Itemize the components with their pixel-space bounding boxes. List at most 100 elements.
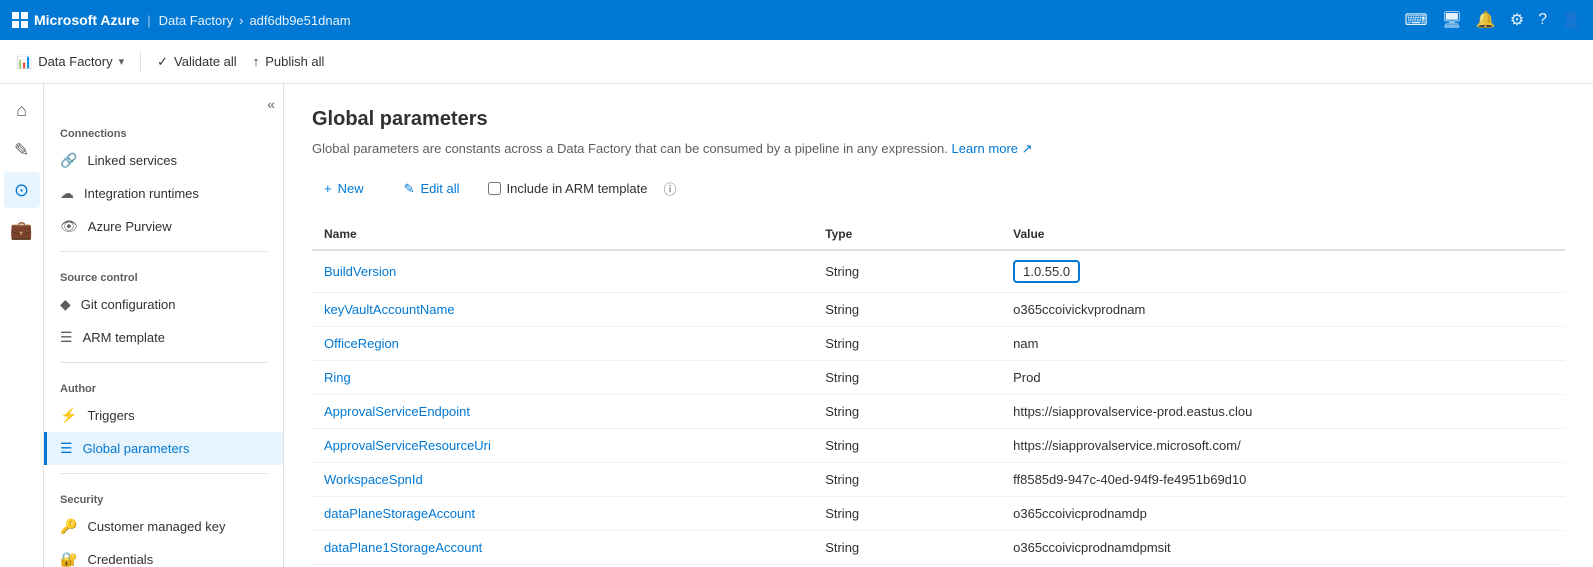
azure-brand: Microsoft Azure xyxy=(12,12,139,28)
table-row: WorkspaceSpnIdStringff8585d9-947c-40ed-9… xyxy=(312,462,1565,496)
directory-icon[interactable]: 🖥 xyxy=(1442,10,1462,30)
param-value-cell: 1.0.55.0 xyxy=(1001,250,1565,293)
table-row: OfficeRegionStringnam xyxy=(312,326,1565,360)
sidebar-divider-1 xyxy=(60,251,267,252)
learn-more-link[interactable]: Learn more ↗ xyxy=(952,141,1033,156)
table-header: Name Type Value xyxy=(312,219,1565,250)
sidebar-item-git-configuration[interactable]: ◆ Git configuration xyxy=(44,288,283,321)
param-type-cell: String xyxy=(813,250,1001,293)
df-brand-label[interactable]: 📊 Data Factory ▾ xyxy=(16,54,124,70)
sidebar-section-author: Author xyxy=(44,371,283,399)
sidebar-item-credentials[interactable]: 🔐 Credentials xyxy=(44,543,283,567)
param-type-cell: String xyxy=(813,360,1001,394)
toolbar-separator-1 xyxy=(140,52,141,72)
table-row: ApprovalServiceResourceUriStringhttps://… xyxy=(312,428,1565,462)
param-value-cell: https://siapprovalservice.microsoft.com/ xyxy=(1001,428,1565,462)
sidebar-section-security: Security xyxy=(44,482,283,510)
table-row: RingStringProd xyxy=(312,360,1565,394)
sidebar-item-azure-purview[interactable]: 👁 Azure Purview xyxy=(44,210,283,243)
strip-monitor-icon[interactable]: ⊙ xyxy=(4,172,40,208)
param-type-cell: String xyxy=(813,496,1001,530)
breadcrumb-df[interactable]: Data Factory xyxy=(159,13,233,28)
account-icon[interactable]: 👤 xyxy=(1561,10,1581,30)
table-body: BuildVersionString1.0.55.0keyVaultAccoun… xyxy=(312,250,1565,567)
table-row: dataPlaneStorageAccountStringo365ccoivic… xyxy=(312,496,1565,530)
global-parameters-table: Name Type Value BuildVersionString1.0.55… xyxy=(312,219,1565,567)
sidebar-item-linked-services[interactable]: 🔗 Linked services xyxy=(44,144,283,177)
strip-briefcase-icon[interactable]: 💼 xyxy=(4,212,40,248)
info-circle-icon[interactable]: ⓘ xyxy=(663,179,676,198)
param-name-cell[interactable]: WorkspaceSpnId xyxy=(312,462,813,496)
param-name-cell[interactable]: Ring xyxy=(312,360,813,394)
integration-runtimes-icon: ☁ xyxy=(60,185,74,202)
breadcrumb-separator-1: | xyxy=(147,13,150,28)
sidebar-section-source-control: Source control xyxy=(44,260,283,288)
windows-logo-icon xyxy=(12,12,28,28)
param-type-cell: String xyxy=(813,530,1001,564)
validate-icon: ✓ xyxy=(157,54,168,70)
sidebar-label-global-parameters: Global parameters xyxy=(83,441,190,456)
include-arm-template-label: Include in ARM template xyxy=(507,181,648,196)
edit-pencil-icon: ✎ xyxy=(404,181,415,197)
param-name-cell[interactable]: OfficeRegion xyxy=(312,326,813,360)
validate-all-button[interactable]: ✓ Validate all xyxy=(157,54,237,70)
edit-all-label: Edit all xyxy=(421,181,460,196)
help-icon[interactable]: ? xyxy=(1538,11,1547,29)
strip-home-icon[interactable]: ⌂ xyxy=(4,92,40,128)
global-parameters-icon: ☰ xyxy=(60,440,73,457)
sidebar-label-git-configuration: Git configuration xyxy=(81,297,176,312)
strip-pencil-icon[interactable]: ✎ xyxy=(4,132,40,168)
settings-icon[interactable]: ⚙ xyxy=(1510,10,1524,30)
collapse-icon[interactable]: « xyxy=(267,96,275,112)
action-bar: + New ✎ Edit all Include in ARM template… xyxy=(312,175,1565,203)
breadcrumb: Data Factory › adf6db9e51dnam xyxy=(159,13,351,28)
param-type-cell: String xyxy=(813,292,1001,326)
param-name-cell[interactable]: ApprovalServiceResourceUri xyxy=(312,428,813,462)
param-name-cell[interactable]: dataPlane1StorageAccount xyxy=(312,530,813,564)
sidebar-section-connections: Connections xyxy=(44,116,283,144)
df-dropdown-chevron: ▾ xyxy=(119,55,125,68)
param-name-cell[interactable]: ApprovalServiceEndpoint xyxy=(312,394,813,428)
breadcrumb-resource[interactable]: adf6db9e51dnam xyxy=(249,13,350,28)
sidebar-label-linked-services: Linked services xyxy=(87,153,177,168)
new-label: New xyxy=(338,181,364,196)
sidebar-label-azure-purview: Azure Purview xyxy=(88,219,172,234)
credentials-icon: 🔐 xyxy=(60,551,77,567)
include-arm-template-checkbox-label[interactable]: Include in ARM template xyxy=(488,181,648,196)
new-plus-icon: + xyxy=(324,181,332,196)
azure-top-bar: Microsoft Azure | Data Factory › adf6db9… xyxy=(0,0,1593,40)
git-icon: ◆ xyxy=(60,296,71,313)
main-content: Global parameters Global parameters are … xyxy=(284,84,1593,567)
param-value-cell: https://siapprovalservice-prod.eastus.cl… xyxy=(1001,394,1565,428)
sidebar-item-global-parameters[interactable]: ☰ Global parameters xyxy=(44,432,283,465)
param-name-cell[interactable]: BuildVersion xyxy=(312,250,813,293)
new-button[interactable]: + New xyxy=(312,175,376,202)
col-header-name: Name xyxy=(312,219,813,250)
edit-all-button[interactable]: ✎ Edit all xyxy=(392,175,472,203)
table-row: dataPlane1StorageAccountStringo365ccoivi… xyxy=(312,530,1565,564)
param-name-cell[interactable]: dataPlaneStorageAccount xyxy=(312,496,813,530)
publish-icon: ↑ xyxy=(253,54,260,69)
sidebar-item-arm-template[interactable]: ☰ ARM template xyxy=(44,321,283,354)
sidebar-divider-3 xyxy=(60,473,267,474)
linked-services-icon: 🔗 xyxy=(60,152,77,169)
sidebar-label-integration-runtimes: Integration runtimes xyxy=(84,186,199,201)
include-arm-template-checkbox[interactable] xyxy=(488,182,501,195)
param-value-cell: nam xyxy=(1001,326,1565,360)
param-type-cell: String xyxy=(813,462,1001,496)
publish-all-button[interactable]: ↑ Publish all xyxy=(253,54,325,69)
param-type-cell: String xyxy=(813,394,1001,428)
notifications-icon[interactable]: 🔔 xyxy=(1476,10,1496,30)
highlighted-value: 1.0.55.0 xyxy=(1013,260,1080,283)
cloud-shell-icon[interactable]: ⌨ xyxy=(1405,10,1428,30)
param-name-cell[interactable]: keyVaultAccountName xyxy=(312,292,813,326)
sidebar-collapse-button[interactable]: « xyxy=(44,92,283,116)
sidebar-item-integration-runtimes[interactable]: ☁ Integration runtimes xyxy=(44,177,283,210)
sidebar-item-triggers[interactable]: ⚡ Triggers xyxy=(44,399,283,432)
page-title: Global parameters xyxy=(312,108,1565,131)
param-value-cell: ff8585d9-947c-40ed-94f9-fe4951b69d10 xyxy=(1001,462,1565,496)
breadcrumb-arrow: › xyxy=(239,13,243,28)
main-layout: ⌂ ✎ ⊙ 💼 « Connections 🔗 Linked services … xyxy=(0,84,1593,567)
sidebar-item-customer-managed-key[interactable]: 🔑 Customer managed key xyxy=(44,510,283,543)
sidebar-label-customer-managed-key: Customer managed key xyxy=(87,519,225,534)
